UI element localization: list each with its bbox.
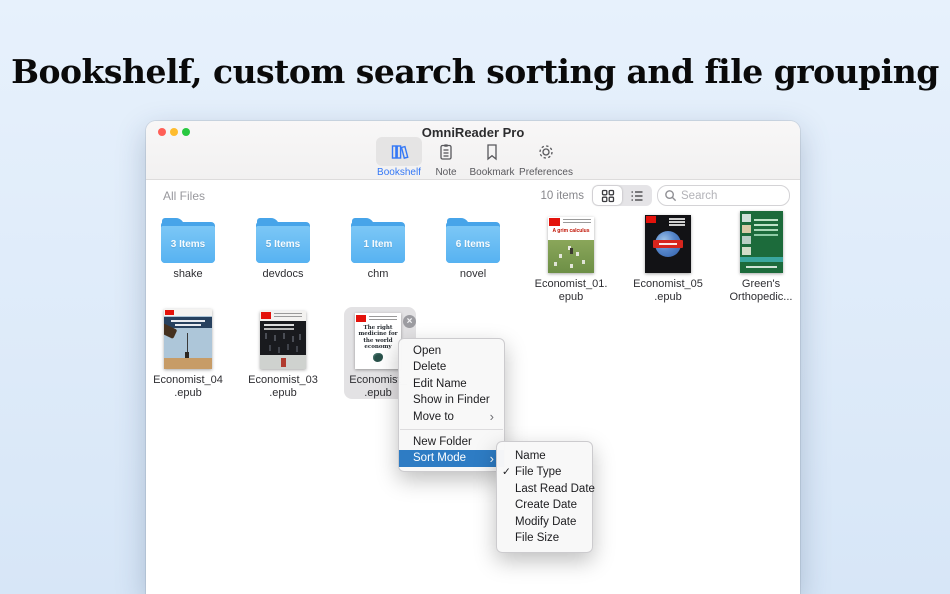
grid-view-button[interactable]: [593, 186, 622, 205]
book-item-economist-01[interactable]: A grim calculus Economist_01.epub: [525, 213, 617, 304]
folder-item-count: 5 Items: [266, 239, 300, 250]
submenu-item-last-read-date[interactable]: Last Read Date: [497, 481, 592, 497]
folder-name: chm: [332, 268, 424, 281]
book-cover: [164, 309, 212, 369]
menu-item-edit-name[interactable]: Edit Name: [399, 376, 504, 392]
book-cover: A grim calculus: [548, 217, 594, 273]
folder-icon: 5 Items: [256, 217, 310, 263]
chevron-right-icon: ›: [490, 451, 494, 467]
context-menu: Open Delete Edit Name Show in Finder Mov…: [398, 338, 505, 472]
book-title: Economist_01.epub: [525, 278, 617, 304]
tab-preferences-label: Preferences: [514, 167, 578, 178]
submenu-item-modify-date[interactable]: Modify Date: [497, 514, 592, 530]
folder-item-shake[interactable]: 3 Items shake: [142, 217, 234, 281]
book-cover: The right medicine for the world economy: [355, 313, 401, 369]
list-icon: [630, 189, 644, 203]
search-icon: [664, 189, 677, 202]
check-icon: ✓: [502, 464, 511, 480]
submenu-item-file-type[interactable]: ✓ File Type: [497, 464, 592, 480]
menu-item-new-folder[interactable]: New Folder: [399, 434, 504, 450]
book-cover: [260, 311, 306, 369]
menu-item-move-to[interactable]: Move to ›: [399, 409, 504, 425]
book-cover: [645, 215, 691, 273]
folder-item-devdocs[interactable]: 5 Items devdocs: [237, 217, 329, 281]
book-item-economist-04[interactable]: Economist_04.epub: [142, 309, 234, 400]
book-item-economist-05[interactable]: Economist_05.epub: [622, 213, 714, 304]
folder-item-novel[interactable]: 6 Items novel: [427, 217, 519, 281]
titlebar: OmniReader Pro Bookshelf: [146, 121, 800, 180]
folder-icon: 3 Items: [161, 217, 215, 263]
breadcrumb-all-files: All Files: [163, 189, 205, 203]
book-title: Green'sOrthopedic...: [715, 278, 807, 304]
folder-name: shake: [142, 268, 234, 281]
deselect-close-button[interactable]: ×: [403, 315, 416, 328]
menu-separator: [400, 429, 503, 430]
book-title: Economist_05.epub: [622, 278, 714, 304]
submenu-item-name[interactable]: Name: [497, 448, 592, 464]
folder-item-chm[interactable]: 1 Item chm: [332, 217, 424, 281]
sort-mode-submenu: Name ✓ File Type Last Read Date Create D…: [496, 441, 593, 553]
grid-icon: [601, 189, 615, 203]
folder-item-count: 6 Items: [456, 239, 490, 250]
list-view-button[interactable]: [622, 186, 651, 205]
bookmark-icon: [482, 142, 502, 162]
books-icon: [389, 142, 409, 162]
folder-icon: 6 Items: [446, 217, 500, 263]
folder-item-count: 1 Item: [364, 239, 393, 250]
folder-name: novel: [427, 268, 519, 281]
tab-preferences[interactable]: Preferences: [514, 137, 578, 178]
book-title: Economist_03.epub: [237, 374, 329, 400]
app-window: OmniReader Pro Bookshelf: [146, 121, 800, 594]
book-cover: [740, 211, 783, 273]
folder-icon: 1 Item: [351, 217, 405, 263]
folder-item-count: 3 Items: [171, 239, 205, 250]
chevron-right-icon: ›: [490, 409, 494, 425]
menu-item-delete[interactable]: Delete: [399, 359, 504, 375]
folder-name: devdocs: [237, 268, 329, 281]
view-mode-segmented-control: [592, 185, 652, 206]
search-field[interactable]: [657, 185, 790, 206]
items-count: 10 items: [541, 190, 584, 202]
book-item-economist-03[interactable]: Economist_03.epub: [237, 309, 329, 400]
page-title: Bookshelf, custom search sorting and fil…: [0, 52, 950, 91]
menu-item-sort-mode[interactable]: Sort Mode ›: [399, 450, 504, 466]
submenu-item-file-size[interactable]: File Size: [497, 530, 592, 546]
book-item-greens-orthopedics[interactable]: Green'sOrthopedic...: [715, 213, 807, 304]
gear-icon: [536, 142, 556, 162]
search-input[interactable]: [681, 190, 781, 202]
menu-item-open[interactable]: Open: [399, 343, 504, 359]
submenu-item-create-date[interactable]: Create Date: [497, 497, 592, 513]
note-icon: [436, 142, 456, 162]
menu-item-show-in-finder[interactable]: Show in Finder: [399, 392, 504, 408]
book-title: Economist_04.epub: [142, 374, 234, 400]
